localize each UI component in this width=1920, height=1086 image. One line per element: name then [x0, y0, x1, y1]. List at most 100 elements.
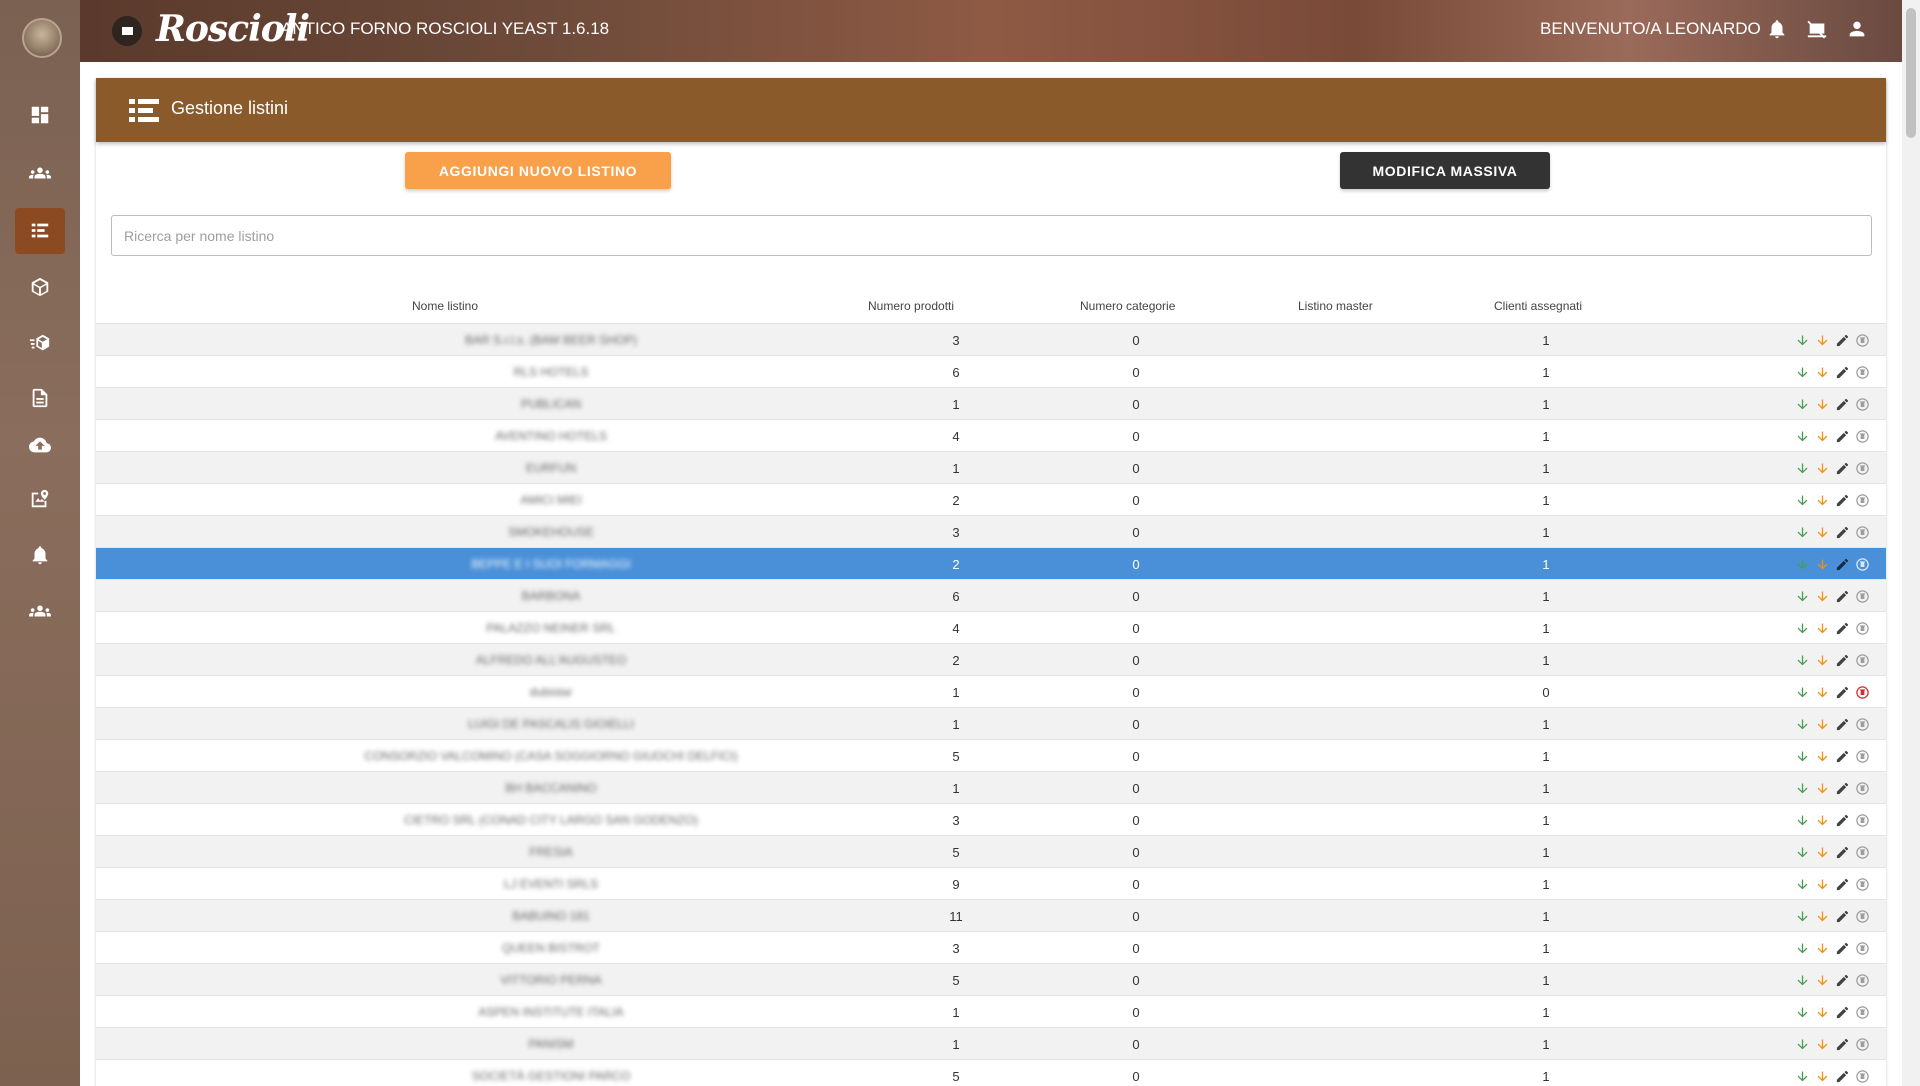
delete-icon[interactable] [1854, 748, 1870, 764]
sidebar-item-price-lists[interactable] [15, 208, 65, 254]
table-row[interactable]: FRESIA 5 0 1 [96, 836, 1886, 868]
edit-icon[interactable] [1834, 748, 1850, 764]
delete-icon[interactable] [1854, 396, 1870, 412]
download-orange-icon[interactable] [1814, 908, 1830, 924]
edit-icon[interactable] [1834, 716, 1850, 732]
download-orange-icon[interactable] [1814, 332, 1830, 348]
delete-icon[interactable] [1854, 844, 1870, 860]
download-green-icon[interactable] [1794, 364, 1810, 380]
search-input[interactable] [111, 215, 1872, 256]
avatar[interactable] [22, 18, 62, 58]
page-scrollbar[interactable] [1902, 0, 1920, 1086]
download-green-icon[interactable] [1794, 940, 1810, 956]
edit-icon[interactable] [1834, 332, 1850, 348]
sidebar-item-users[interactable] [15, 150, 65, 196]
edit-icon[interactable] [1834, 844, 1850, 860]
sidebar-item-groups[interactable] [15, 588, 65, 634]
table-row[interactable]: PALAZZO NEINER SRL 4 0 1 [96, 612, 1886, 644]
sidebar-item-documents[interactable] [15, 375, 65, 421]
delete-icon[interactable] [1854, 780, 1870, 796]
delete-icon[interactable] [1854, 652, 1870, 668]
download-orange-icon[interactable] [1814, 1068, 1830, 1084]
download-green-icon[interactable] [1794, 972, 1810, 988]
download-green-icon[interactable] [1794, 1004, 1810, 1020]
delete-icon[interactable] [1854, 588, 1870, 604]
delete-icon[interactable] [1854, 460, 1870, 476]
download-orange-icon[interactable] [1814, 748, 1830, 764]
edit-icon[interactable] [1834, 524, 1850, 540]
sidebar-item-notifications[interactable] [15, 532, 65, 578]
edit-icon[interactable] [1834, 588, 1850, 604]
column-header-products[interactable]: Numero prodotti [868, 299, 954, 313]
delete-icon[interactable] [1854, 684, 1870, 700]
download-green-icon[interactable] [1794, 492, 1810, 508]
download-orange-icon[interactable] [1814, 524, 1830, 540]
edit-icon[interactable] [1834, 620, 1850, 636]
download-green-icon[interactable] [1794, 588, 1810, 604]
download-green-icon[interactable] [1794, 652, 1810, 668]
add-price-list-button[interactable]: AGGIUNGI NUOVO LISTINO [405, 152, 671, 189]
sidebar-item-deliveries[interactable] [15, 320, 65, 366]
table-row[interactable]: BEPPE E I SUOI FORMAGGI 2 0 1 [96, 548, 1886, 580]
edit-icon[interactable] [1834, 460, 1850, 476]
download-orange-icon[interactable] [1814, 812, 1830, 828]
download-orange-icon[interactable] [1814, 428, 1830, 444]
column-header-clients[interactable]: Clienti assegnati [1494, 299, 1582, 313]
scrollbar-thumb[interactable] [1906, 8, 1916, 138]
table-row[interactable]: BAR S.r.l.s. (BAM BEER SHOP) 3 0 1 [96, 324, 1886, 356]
download-green-icon[interactable] [1794, 780, 1810, 796]
download-green-icon[interactable] [1794, 620, 1810, 636]
edit-icon[interactable] [1834, 972, 1850, 988]
download-orange-icon[interactable] [1814, 1004, 1830, 1020]
download-green-icon[interactable] [1794, 876, 1810, 892]
delete-icon[interactable] [1854, 876, 1870, 892]
delete-icon[interactable] [1854, 524, 1870, 540]
table-row[interactable]: dubistar 1 0 0 [96, 676, 1886, 708]
download-orange-icon[interactable] [1814, 844, 1830, 860]
download-orange-icon[interactable] [1814, 492, 1830, 508]
download-orange-icon[interactable] [1814, 396, 1830, 412]
download-green-icon[interactable] [1794, 396, 1810, 412]
download-orange-icon[interactable] [1814, 460, 1830, 476]
download-green-icon[interactable] [1794, 748, 1810, 764]
edit-icon[interactable] [1834, 780, 1850, 796]
download-orange-icon[interactable] [1814, 1036, 1830, 1052]
delete-icon[interactable] [1854, 332, 1870, 348]
table-row[interactable]: LUIGI DE PASCALIS GIOIELLI 1 0 1 [96, 708, 1886, 740]
delete-icon[interactable] [1854, 940, 1870, 956]
column-header-categories[interactable]: Numero categorie [1080, 299, 1175, 313]
edit-icon[interactable] [1834, 940, 1850, 956]
column-header-name[interactable]: Nome listino [412, 299, 478, 313]
edit-icon[interactable] [1834, 364, 1850, 380]
delete-icon[interactable] [1854, 972, 1870, 988]
table-row[interactable]: BABUINO 181 11 0 1 [96, 900, 1886, 932]
column-header-master[interactable]: Listino master [1298, 299, 1373, 313]
edit-icon[interactable] [1834, 1068, 1850, 1084]
download-green-icon[interactable] [1794, 812, 1810, 828]
download-orange-icon[interactable] [1814, 620, 1830, 636]
sidebar-item-dashboard[interactable] [15, 92, 65, 138]
delete-icon[interactable] [1854, 428, 1870, 444]
delete-icon[interactable] [1854, 492, 1870, 508]
table-row[interactable]: PUBLICAN 1 0 1 [96, 388, 1886, 420]
download-green-icon[interactable] [1794, 1068, 1810, 1084]
table-row[interactable]: QUEEN BISTROT 3 0 1 [96, 932, 1886, 964]
edit-icon[interactable] [1834, 908, 1850, 924]
delete-icon[interactable] [1854, 620, 1870, 636]
download-orange-icon[interactable] [1814, 684, 1830, 700]
edit-icon[interactable] [1834, 876, 1850, 892]
download-green-icon[interactable] [1794, 844, 1810, 860]
table-row[interactable]: AMICI MIEI 2 0 1 [96, 484, 1886, 516]
table-row[interactable]: ASPEN INSTITUTE ITALIA 1 0 1 [96, 996, 1886, 1028]
delete-icon[interactable] [1854, 908, 1870, 924]
delete-icon[interactable] [1854, 812, 1870, 828]
mass-edit-button[interactable]: MODIFICA MASSIVA [1340, 152, 1550, 189]
notifications-button[interactable] [1766, 18, 1788, 40]
table-row[interactable]: CONSORZIO VALCOMINO (CASA SOGGIORNO GIUO… [96, 740, 1886, 772]
edit-icon[interactable] [1834, 428, 1850, 444]
table-row[interactable]: ALFREDO ALL'AUGUSTEO 2 0 1 [96, 644, 1886, 676]
download-green-icon[interactable] [1794, 428, 1810, 444]
table-row[interactable]: SMOKEHOUSE 3 0 1 [96, 516, 1886, 548]
sync-off-button[interactable] [1806, 18, 1828, 40]
sidebar-item-products[interactable] [15, 264, 65, 310]
